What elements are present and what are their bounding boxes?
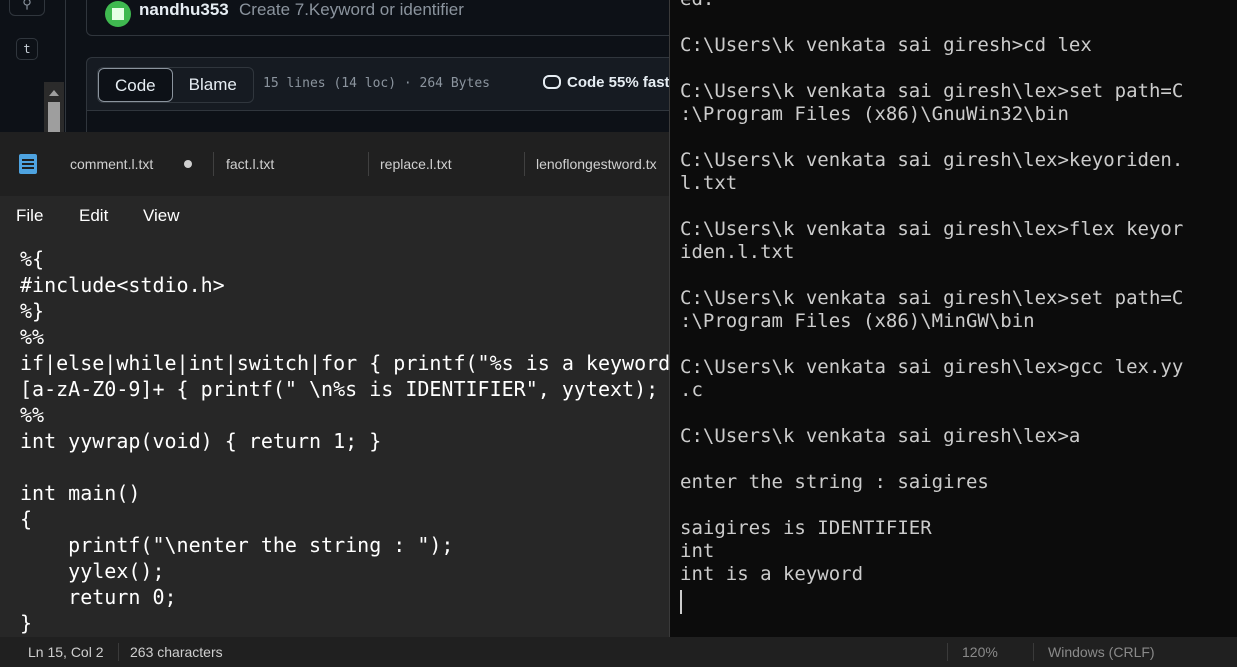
text-editor[interactable]: %{ #include<stdio.h> %} %% if|else|while… bbox=[0, 236, 672, 636]
latest-commit: nandhu353 Create 7.Keyword or identifier bbox=[86, 0, 686, 36]
notepad-icon bbox=[19, 154, 37, 174]
terminal-window[interactable]: ed. C:\Users\k venkata sai giresh>cd lex… bbox=[669, 0, 1237, 646]
tab-bar: comment.l.txt fact.l.txt replace.l.txt l… bbox=[0, 132, 672, 196]
commit-message[interactable]: Create 7.Keyword or identifier bbox=[239, 0, 464, 20]
copilot-text: Code 55% faste bbox=[567, 74, 678, 91]
status-divider bbox=[118, 643, 119, 661]
notepad-window: comment.l.txt fact.l.txt replace.l.txt l… bbox=[0, 132, 672, 667]
editor-content[interactable]: %{ #include<stdio.h> %} %% if|else|while… bbox=[20, 246, 672, 636]
shortcut-key[interactable]: t bbox=[16, 38, 38, 60]
cursor-position: Ln 15, Col 2 bbox=[28, 644, 104, 660]
status-divider bbox=[947, 643, 948, 661]
menu-bar: File Edit View bbox=[0, 196, 672, 236]
tab-fact[interactable]: fact.l.txt bbox=[226, 156, 274, 172]
scrollbar-thumb[interactable] bbox=[48, 102, 60, 132]
avatar[interactable] bbox=[105, 1, 131, 27]
commit-author[interactable]: nandhu353 bbox=[139, 0, 229, 20]
tab-replace[interactable]: replace.l.txt bbox=[380, 156, 452, 172]
status-bar: Ln 15, Col 2 263 characters 120% Windows… bbox=[0, 637, 1237, 667]
tab-lenoflongestword[interactable]: lenoflongestword.tx bbox=[536, 156, 657, 172]
menu-edit[interactable]: Edit bbox=[79, 206, 108, 226]
unsaved-dot-icon bbox=[184, 160, 192, 168]
view-toggle: Code Blame bbox=[97, 67, 254, 103]
copilot-banner[interactable]: Code 55% faste bbox=[543, 74, 678, 91]
tab-blame[interactable]: Blame bbox=[173, 68, 253, 102]
zoom-level[interactable]: 120% bbox=[962, 644, 998, 660]
tab-divider bbox=[213, 152, 214, 176]
character-count: 263 characters bbox=[130, 644, 223, 660]
tab-comment[interactable]: comment.l.txt bbox=[70, 156, 153, 172]
line-ending[interactable]: Windows (CRLF) bbox=[1048, 644, 1155, 660]
menu-view[interactable]: View bbox=[143, 206, 180, 226]
tab-divider bbox=[368, 152, 369, 176]
scroll-up-icon[interactable] bbox=[49, 90, 59, 96]
terminal-output: ed. C:\Users\k venkata sai giresh>cd lex… bbox=[680, 0, 1184, 585]
file-header: Code Blame 15 lines (14 loc) · 264 Bytes… bbox=[86, 57, 686, 111]
text-cursor bbox=[680, 590, 682, 614]
status-divider bbox=[1033, 643, 1034, 661]
tab-code[interactable]: Code bbox=[98, 68, 173, 102]
search-icon[interactable]: ⚲ bbox=[9, 0, 45, 16]
menu-file[interactable]: File bbox=[16, 206, 43, 226]
file-meta: 15 lines (14 loc) · 264 Bytes bbox=[263, 76, 490, 91]
github-sidebar: ⚲ t bbox=[0, 0, 66, 140]
tab-divider bbox=[524, 152, 525, 176]
copilot-icon bbox=[543, 75, 561, 89]
